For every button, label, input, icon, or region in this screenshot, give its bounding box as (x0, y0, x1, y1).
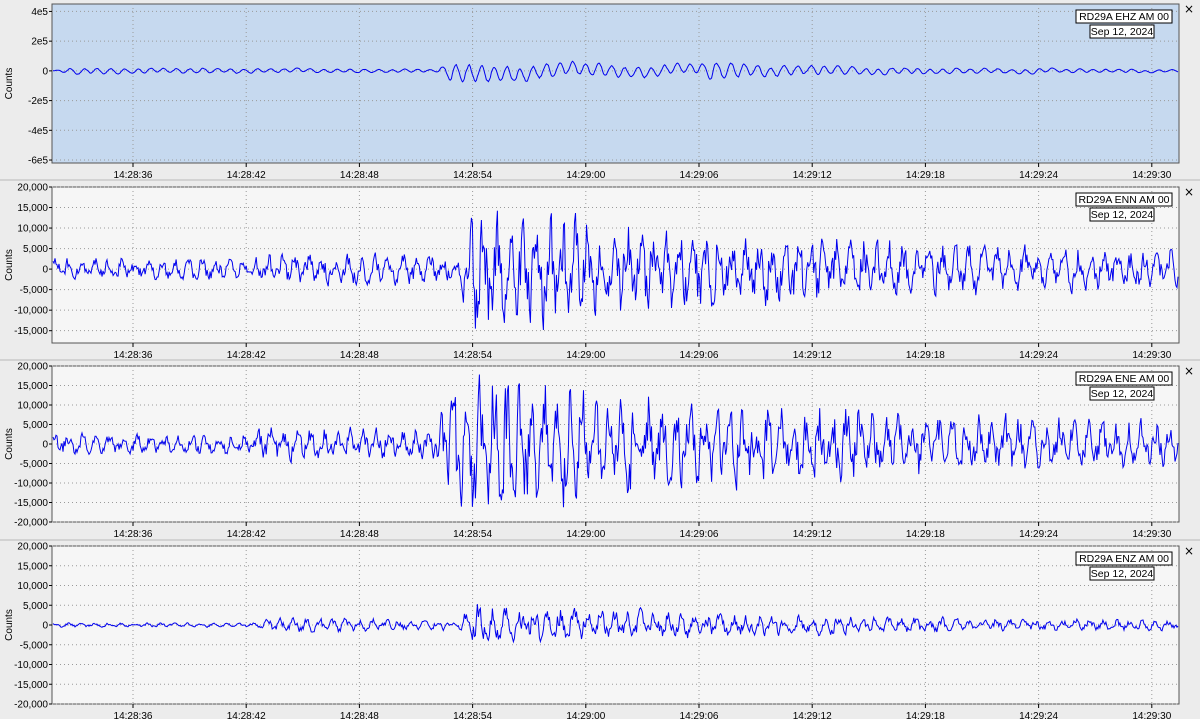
seismogram-panel[interactable]: 20,000 15,000 10,000 5,000 0 -5,000 -10,000 -15… (4, 542, 1194, 719)
x-tick-label: 14:29:24 (1019, 170, 1058, 181)
x-tick-label: 14:28:48 (340, 170, 379, 181)
trace-date: Sep 12, 2024 (1091, 209, 1154, 221)
x-tick-label: 14:29:18 (906, 711, 945, 719)
channel-name: RD29A ENZ AM 00 (1079, 553, 1169, 565)
y-tick-label: -5,000 (20, 285, 49, 296)
channel-name: RD29A ENE AM 00 (1079, 373, 1170, 385)
y-tick-label: -10,000 (14, 306, 48, 317)
x-tick-label: 14:29:00 (566, 711, 605, 719)
x-tick-label: 14:29:30 (1132, 350, 1171, 361)
x-tick-label: 14:29:30 (1132, 529, 1171, 540)
seismogram-panel[interactable]: 20,000 15,000 10,000 5,000 0 -5,000 -10,000 -15… (4, 362, 1194, 541)
x-tick-label: 14:28:42 (227, 170, 266, 181)
y-axis-label: Counts (4, 249, 15, 281)
y-tick-label: -15,000 (14, 680, 48, 691)
y-tick-label: 5,000 (23, 244, 48, 255)
x-tick-label: 14:29:06 (680, 711, 719, 719)
x-tick-label: 14:29:18 (906, 170, 945, 181)
y-tick-label: 5,000 (23, 420, 48, 431)
y-tick-label: 15,000 (17, 203, 48, 214)
x-tick-label: 14:28:48 (340, 529, 379, 540)
plot-area[interactable] (51, 365, 1180, 523)
x-tick-label: 14:29:30 (1132, 711, 1171, 719)
x-tick-label: 14:29:12 (793, 711, 832, 719)
y-tick-label: 20,000 (17, 362, 48, 373)
y-tick-label: -10,000 (14, 660, 48, 671)
y-tick-label: 20,000 (17, 183, 48, 194)
y-tick-label: -15,000 (14, 326, 48, 337)
x-tick-label: 14:29:00 (566, 350, 605, 361)
y-tick-label: 20,000 (17, 542, 48, 553)
x-tick-label: 14:29:06 (680, 350, 719, 361)
close-icon[interactable]: × (1184, 364, 1194, 378)
y-tick-label: -20,000 (14, 700, 48, 711)
x-tick-label: 14:28:54 (453, 711, 492, 719)
seismogram-panel[interactable]: 20,000 15,000 10,000 5,000 0 -5,000 -10,000 -15… (4, 183, 1194, 362)
y-tick-label: 10,000 (17, 401, 48, 412)
x-tick-label: 14:28:54 (453, 170, 492, 181)
trace-date: Sep 12, 2024 (1091, 388, 1154, 400)
y-tick-label: 10,000 (17, 581, 48, 592)
y-tick-label: 0 (42, 621, 48, 632)
y-tick-label: -5,000 (20, 459, 49, 470)
x-tick-label: 14:28:42 (227, 529, 266, 540)
x-tick-label: 14:29:00 (566, 170, 605, 181)
trace-date: Sep 12, 2024 (1091, 26, 1154, 38)
y-tick-label: 4e5 (31, 7, 48, 18)
y-axis-label: Counts (4, 609, 15, 641)
x-tick-label: 14:28:54 (453, 529, 492, 540)
close-icon[interactable]: × (1184, 544, 1194, 558)
x-tick-label: 14:29:12 (793, 529, 832, 540)
plot-area[interactable] (51, 3, 1180, 164)
y-tick-label: 15,000 (17, 381, 48, 392)
y-tick-label: 0 (42, 440, 48, 451)
y-tick-label: 15,000 (17, 561, 48, 572)
x-tick-label: 14:29:24 (1019, 529, 1058, 540)
x-tick-label: 14:28:48 (340, 711, 379, 719)
y-tick-label: -10,000 (14, 479, 48, 490)
y-tick-label: 0 (42, 265, 48, 276)
y-tick-label: 10,000 (17, 224, 48, 235)
x-tick-label: 14:28:36 (114, 170, 153, 181)
x-tick-label: 14:29:24 (1019, 350, 1058, 361)
y-tick-label: -6e5 (28, 156, 48, 167)
y-tick-label: -20,000 (14, 518, 48, 529)
y-tick-label: 0 (42, 66, 48, 77)
y-axis-label: Counts (4, 428, 15, 460)
channel-name: RD29A EHZ AM 00 (1079, 11, 1169, 23)
plot-area[interactable] (51, 545, 1180, 705)
y-tick-label: 2e5 (31, 37, 48, 48)
x-tick-label: 14:29:06 (680, 529, 719, 540)
y-tick-label: -4e5 (28, 126, 48, 137)
x-tick-label: 14:28:42 (227, 711, 266, 719)
x-tick-label: 14:29:30 (1132, 170, 1171, 181)
x-tick-label: 14:28:42 (227, 350, 266, 361)
close-icon[interactable]: × (1184, 185, 1194, 199)
x-tick-label: 14:28:36 (114, 711, 153, 719)
waveform-viewer[interactable]: 4e5 2e5 0 -2e5 -4e5 -6e5 14:28:36 14:28:42 14:28… (0, 0, 1200, 719)
y-tick-label: 5,000 (23, 601, 48, 612)
x-tick-label: 14:29:12 (793, 350, 832, 361)
x-tick-label: 14:29:06 (680, 170, 719, 181)
channel-name: RD29A ENN AM 00 (1078, 194, 1169, 206)
plot-area[interactable] (51, 186, 1180, 344)
x-tick-label: 14:28:48 (340, 350, 379, 361)
trace-date: Sep 12, 2024 (1091, 568, 1154, 580)
close-icon[interactable]: × (1184, 2, 1194, 16)
x-tick-label: 14:29:12 (793, 170, 832, 181)
y-tick-label: -15,000 (14, 498, 48, 509)
x-tick-label: 14:29:00 (566, 529, 605, 540)
y-axis-label: Counts (4, 68, 15, 100)
x-tick-label: 14:28:54 (453, 350, 492, 361)
x-tick-label: 14:29:24 (1019, 711, 1058, 719)
y-tick-label: -5,000 (20, 640, 49, 651)
x-tick-label: 14:29:18 (906, 350, 945, 361)
x-tick-label: 14:28:36 (114, 529, 153, 540)
x-tick-label: 14:29:18 (906, 529, 945, 540)
x-tick-label: 14:28:36 (114, 350, 153, 361)
y-tick-label: -2e5 (28, 96, 48, 107)
seismogram-panel[interactable]: 4e5 2e5 0 -2e5 -4e5 -6e5 14:28:36 14:28:42 14:28… (4, 2, 1194, 181)
